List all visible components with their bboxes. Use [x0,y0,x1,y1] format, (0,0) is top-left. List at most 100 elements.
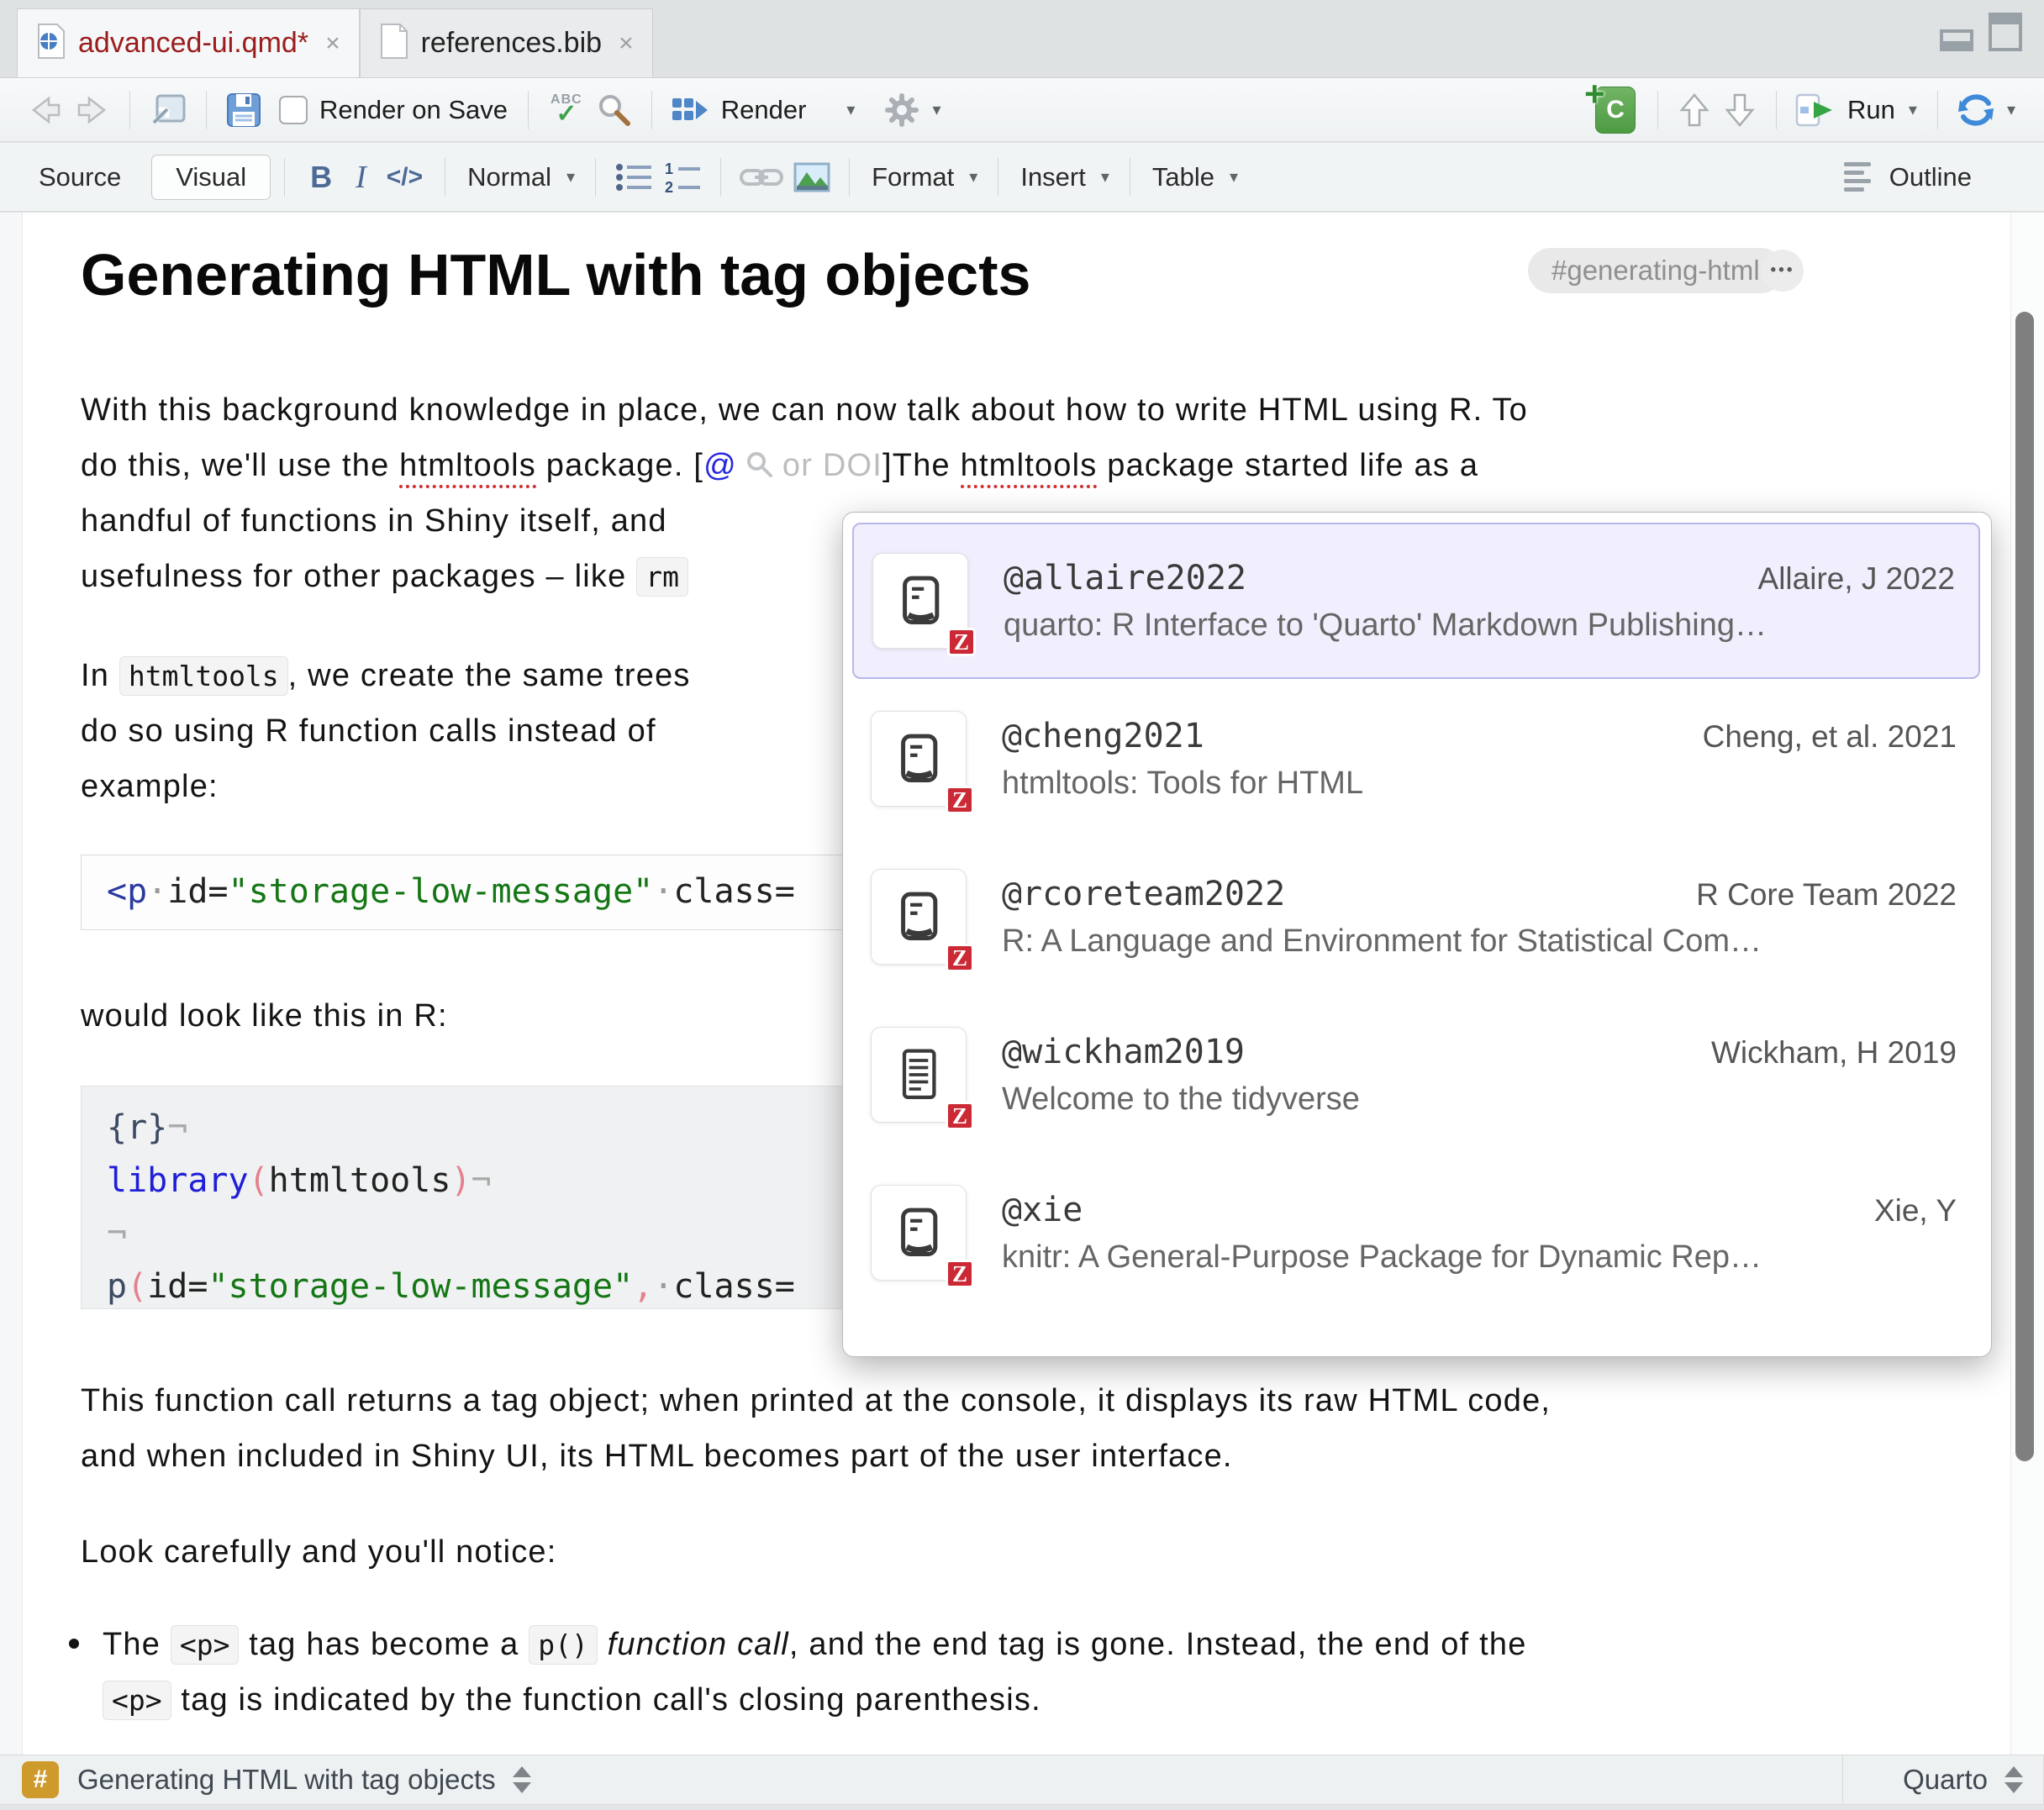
citation-author: Allaire, J 2022 [1758,561,1955,597]
outline-toggle[interactable]: Outline [1844,162,1980,192]
back-icon[interactable] [27,93,64,127]
bullet-list-icon[interactable] [614,161,653,193]
citation-author: Xie, Y [1874,1193,1957,1229]
bullet-line: The <p> tag has become a p() function ca… [103,1627,1527,1663]
paragraph-style-caret[interactable]: ▾ [566,166,575,187]
citation-search-icon[interactable] [745,450,774,487]
citation-source-icon: Z [871,1185,967,1281]
tab-references-bib[interactable]: references.bib × [360,8,653,77]
citation-item[interactable]: Z @xie Xie, Y knitr: A General-Purpose Pa… [852,1155,1980,1311]
insert-menu[interactable]: Insert [1020,162,1086,192]
citation-key: @allaire2022 [1004,559,1246,597]
search-icon[interactable] [596,92,633,129]
zotero-badge: Z [946,944,974,972]
image-icon[interactable] [793,162,830,192]
close-icon[interactable]: × [619,29,634,58]
inline-code-button[interactable]: </> [387,163,423,192]
rerun-dropdown-caret[interactable]: ▾ [2007,99,2015,120]
book-icon [890,888,947,945]
vertical-scrollbar-thumb[interactable] [2015,312,2034,1461]
divider [1937,91,1938,129]
citation-author: R Core Team 2022 [1696,877,1957,913]
rerun-source-icon[interactable] [1957,92,1995,129]
format-menu-caret[interactable]: ▾ [969,166,977,187]
render-on-save-checkbox[interactable] [279,96,308,124]
paragraph-line: handful of functions in Shiny itself, an… [81,503,667,539]
citation-key: @xie [1002,1191,1083,1229]
section-anchor-badge[interactable]: #generating-html [1528,248,1783,293]
zotero-badge: Z [946,1102,974,1130]
paragraph-line: In htmltools, we create the same trees [81,658,691,694]
tab-advanced-ui-qmd[interactable]: advanced-ui.qmd* × [17,8,360,77]
citation-title: htmltools: Tools for HTML [1002,766,1957,802]
document-heading: Generating HTML with tag objects [81,241,1030,308]
paragraph-line: example: [81,769,219,805]
citation-title: knitr: A General-Purpose Package for Dyn… [1002,1239,1957,1276]
save-icon[interactable] [225,92,262,129]
render-button[interactable]: Render [721,95,807,125]
citation-autocomplete-popup: Z @allaire2022Allaire, J 2022 quarto: R … [842,512,1992,1357]
divider [206,91,207,129]
render-on-save-label: Render on Save [319,95,508,125]
tab-label: references.bib [421,27,602,60]
divider [528,91,529,129]
paragraph-style-select[interactable]: Normal [467,162,551,192]
paragraph-line: With this background knowledge in place,… [81,392,1528,429]
mode-updown-icon [2004,1766,2023,1793]
citation-key: @rcoreteam2022 [1002,875,1285,913]
link-icon[interactable] [740,164,783,191]
visual-mode-button[interactable]: Visual [151,155,271,200]
go-next-section-icon[interactable] [1722,92,1757,129]
table-menu[interactable]: Table [1152,162,1214,192]
run-button[interactable]: Run [1847,95,1895,125]
bold-button[interactable]: B [310,160,332,195]
gear-dropdown-caret[interactable]: ▾ [932,99,940,120]
run-dropdown-caret[interactable]: ▾ [1909,99,1917,120]
section-navigator-updown-icon[interactable] [513,1766,531,1793]
forward-icon[interactable] [74,93,111,127]
citation-item[interactable]: Z @allaire2022Allaire, J 2022 quarto: R … [852,523,1980,679]
numbered-list-icon[interactable]: 12 [663,160,702,194]
mode-label: Quarto [1903,1764,1988,1796]
visual-editor-canvas[interactable]: Generating HTML with tag objects #genera… [0,213,2044,1755]
divider [651,91,652,129]
italic-button[interactable]: I [356,159,366,196]
citation-item[interactable]: Z @cheng2021Cheng, et al. 2021 htmltools… [852,681,1980,837]
inline-code: htmltools [119,656,288,696]
outline-label: Outline [1889,162,1972,192]
paragraph-line: Look carefully and you'll notice: [81,1534,557,1571]
table-menu-caret[interactable]: ▾ [1230,166,1238,187]
divider [595,158,596,197]
maximize-pane-icon[interactable] [1989,13,2022,55]
section-hash-icon: # [22,1761,59,1798]
citation-key: @wickham2019 [1002,1033,1245,1071]
book-icon [890,730,947,787]
open-in-new-window-icon[interactable] [149,92,187,128]
format-toolbar: Source Visual B I </> Normal ▾ 12 Format… [0,143,2044,212]
divider [720,158,721,197]
inline-code: p() [529,1625,598,1665]
inline-code: rm [636,557,688,597]
spellcheck-icon[interactable]: ABC ✓ [551,93,582,127]
insert-chunk-button[interactable]: + C [1595,87,1636,134]
render-dropdown-caret[interactable]: ▾ [846,99,855,120]
section-navigator[interactable]: Generating HTML with tag objects [77,1764,496,1796]
citation-author: Cheng, et al. 2021 [1703,719,1957,755]
format-menu[interactable]: Format [872,162,954,192]
divider [284,158,285,197]
document-mode-selector[interactable]: Quarto [1842,1755,2044,1804]
paragraph-line: do this, we'll use the htmltools package… [81,448,1478,487]
gear-icon[interactable] [883,92,920,129]
citation-source-icon: Z [871,711,967,807]
minimize-pane-icon[interactable] [1940,23,1973,55]
close-icon[interactable]: × [325,29,340,58]
heading-options-button[interactable]: ••• [1762,250,1804,292]
go-previous-section-icon[interactable] [1677,92,1712,129]
citation-placeholder: or DOI [782,448,882,483]
source-mode-button[interactable]: Source [39,162,121,192]
citation-item[interactable]: Z @wickham2019Wickham, H 2019 Welcome to… [852,997,1980,1153]
book-icon [892,572,949,629]
citation-at: @ [703,448,737,483]
citation-item[interactable]: Z @rcoreteam2022R Core Team 2022 R: A La… [852,839,1980,995]
insert-menu-caret[interactable]: ▾ [1101,166,1109,187]
